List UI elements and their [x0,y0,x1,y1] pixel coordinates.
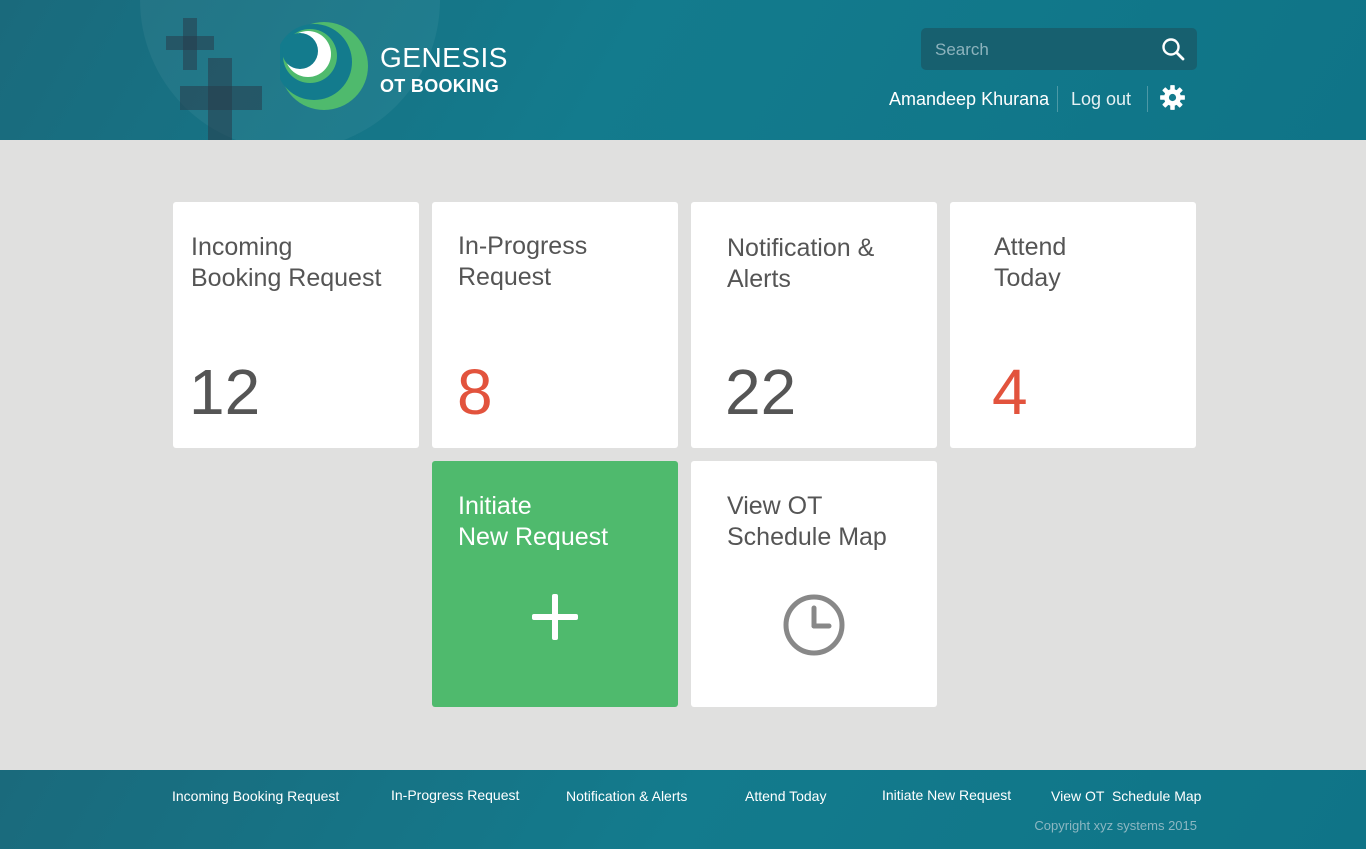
search-box [921,28,1197,72]
tile-title: Notification & Alerts [727,234,875,293]
crescent-logo-icon [280,22,368,110]
search-icon[interactable] [1161,37,1185,61]
tile-count: 4 [992,356,1028,428]
logout-link[interactable]: Log out [1071,89,1131,110]
brand-name: GENESIS [380,42,508,73]
tile-in-progress-request[interactable]: In-Progress Request 8 [432,202,678,448]
tile-initiate-new-request[interactable]: Initiate New Request [432,461,678,707]
copyright: Copyright xyz systems 2015 [1034,818,1197,833]
footer-link-in-progress-request[interactable]: In-Progress Request [391,787,519,803]
tile-title: View OT Schedule Map [727,492,887,551]
tile-count: 22 [725,356,797,428]
footer-link-incoming-booking-request[interactable]: Incoming Booking Request [172,788,339,804]
clock-icon [783,594,845,656]
divider [1147,86,1148,112]
tile-notification-alerts[interactable]: Notification & Alerts 22 [691,202,937,448]
footer-link-notification-alerts[interactable]: Notification & Alerts [566,788,687,804]
tile-title: Initiate New Request [458,492,609,551]
tile-title: Incoming Booking Request [191,233,382,292]
decorative-cross-small-h [166,36,214,50]
footer-link-view-ot-schedule-map[interactable]: View OT Schedule Map [1051,788,1201,804]
tile-view-ot-schedule-map[interactable]: View OT Schedule Map [691,461,937,707]
brand-logo-block[interactable]: GENESIS OT BOOKING [280,22,520,112]
user-name[interactable]: Amandeep Khurana [889,89,1049,110]
plus-icon [532,594,578,640]
header: GENESIS OT BOOKING Amandeep Khurana Log … [0,0,1366,140]
brand-subtitle: OT BOOKING [380,76,499,96]
footer-link-attend-today[interactable]: Attend Today [745,788,826,804]
tile-attend-today[interactable]: Attend Today 4 [950,202,1196,448]
decorative-cross-large-h [180,86,262,110]
search-input[interactable] [933,28,1157,72]
gear-icon[interactable] [1159,84,1186,111]
tile-title: In-Progress Request [458,232,588,291]
footer: Incoming Booking Request In-Progress Req… [0,770,1366,849]
tile-incoming-booking-request[interactable]: Incoming Booking Request 12 [173,202,419,448]
footer-link-initiate-new-request[interactable]: Initiate New Request [882,787,1011,803]
divider [1057,86,1058,112]
tile-title: Attend Today [994,233,1067,292]
tile-count: 12 [189,356,261,428]
tile-count: 8 [457,356,493,428]
